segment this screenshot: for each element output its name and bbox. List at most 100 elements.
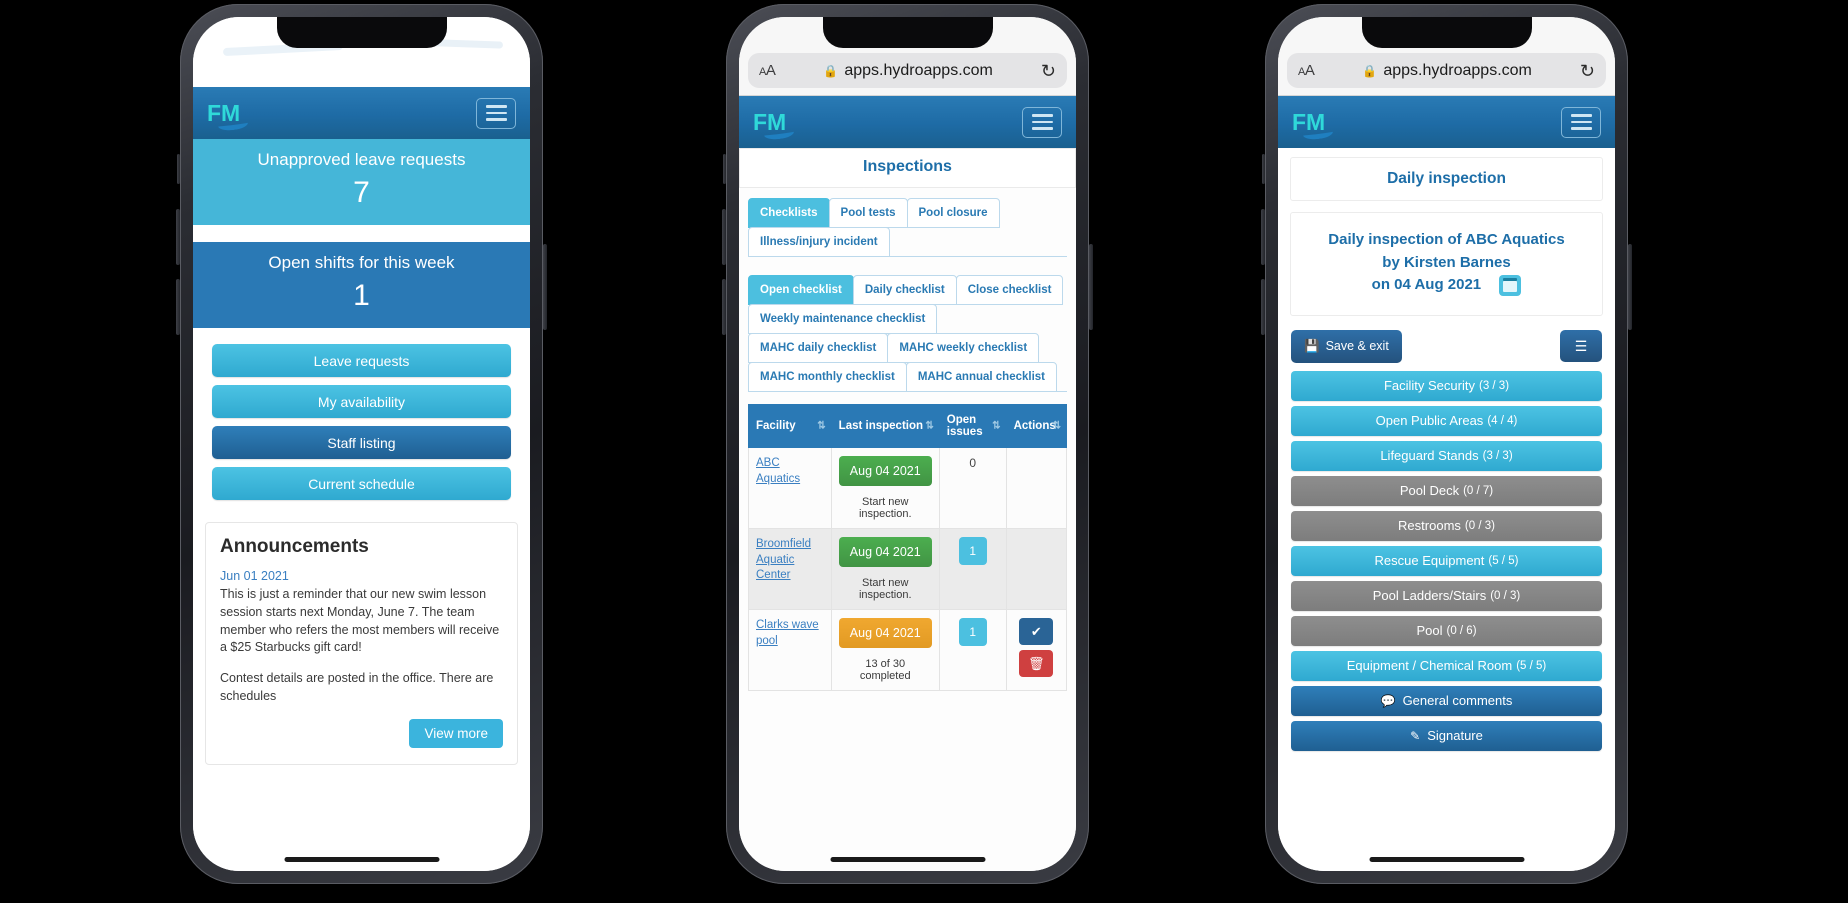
text-size-icon[interactable]: AA (1298, 62, 1315, 79)
section-pool[interactable]: Pool (0 / 6) (1291, 615, 1602, 646)
tab-mahc-weekly-checklist[interactable]: MAHC weekly checklist (887, 333, 1040, 363)
section-open-public-areas[interactable]: Open Public Areas (4 / 4) (1291, 405, 1602, 436)
section-restrooms[interactable]: Restrooms (0 / 3) (1291, 510, 1602, 541)
table-row: ABC Aquatics Aug 04 2021 Start new inspe… (748, 447, 1068, 529)
tab-weekly-maintenance-checklist[interactable]: Weekly maintenance checklist (748, 304, 938, 334)
stat-card-open-shifts[interactable]: Open shifts for this week 1 (193, 242, 530, 328)
inspection-sections-list: Facility Security (3 / 3) Open Public Are… (1278, 370, 1615, 751)
tab-pool-closure[interactable]: Pool closure (906, 198, 1000, 228)
inspections-table: Facility ⇅ Last inspection ⇅ Open issues ⇅ … (748, 404, 1068, 691)
volume-up-button (722, 209, 726, 265)
trash-icon[interactable]: 🗑 (1019, 650, 1054, 677)
announcement-footer: View more (220, 718, 503, 748)
sort-updown-icon[interactable]: ⇅ (992, 421, 1000, 432)
section-equipment-chemical-room[interactable]: Equipment / Chemical Room (5 / 5) (1291, 650, 1602, 681)
tab-illness-injury-incident[interactable]: Illness/injury incident (748, 227, 890, 257)
my-availability-button[interactable]: My availability (212, 385, 511, 418)
last-inspection-date-badge[interactable]: Aug 04 2021 (838, 618, 932, 648)
tab-close-checklist[interactable]: Close checklist (955, 275, 1064, 305)
general-comments-label: General comments (1402, 693, 1513, 708)
tab-open-checklist[interactable]: Open checklist (748, 275, 854, 305)
power-button (1089, 244, 1093, 330)
section-count: (0 / 6) (1446, 624, 1477, 637)
cell-open-issues: 1 (938, 528, 1007, 610)
hamburger-menu-icon[interactable] (1022, 106, 1062, 138)
url-pill[interactable]: AA 🔒 apps.hydroapps.com ↻ (748, 53, 1067, 88)
sort-updown-icon[interactable]: ⇅ (925, 421, 933, 432)
section-label: Pool Deck (1399, 483, 1460, 498)
current-schedule-button[interactable]: Current schedule (212, 467, 511, 500)
facility-link[interactable]: Broomfield Aquatic Center (756, 537, 824, 584)
announcement-paragraph-2: Contest details are posted in the office… (220, 671, 494, 703)
calendar-icon[interactable] (1499, 274, 1522, 296)
staff-listing-button[interactable]: Staff listing (212, 426, 511, 459)
open-issues-badge[interactable]: 1 (958, 537, 987, 565)
section-label: Pool Ladders/Stairs (1372, 588, 1487, 603)
reload-icon[interactable]: ↻ (1580, 62, 1595, 80)
leave-requests-button[interactable]: Leave requests (212, 344, 511, 377)
facility-link[interactable]: Clarks wave pool (756, 618, 824, 649)
check-icon[interactable]: ✔ (1019, 618, 1054, 645)
inspection-note: 13 of 30 completed (859, 658, 911, 682)
reload-icon[interactable]: ↻ (1041, 62, 1056, 80)
general-comments-button[interactable]: 💬 General comments (1291, 685, 1602, 716)
section-lifeguard-stands[interactable]: Lifeguard Stands (3 / 3) (1291, 440, 1602, 471)
phone-screen-1: FM Unapproved leave requests 7 Open shif… (193, 17, 530, 871)
tab-mahc-monthly-checklist[interactable]: MAHC monthly checklist (748, 362, 907, 392)
save-and-exit-button[interactable]: 💾 Save & exit (1291, 329, 1402, 363)
notch (276, 17, 447, 48)
cell-open-issues: 1 (938, 609, 1007, 691)
url-pill[interactable]: AA 🔒 apps.hydroapps.com ↻ (1287, 53, 1606, 88)
list-view-icon[interactable]: ☰ (1560, 330, 1602, 362)
section-pool-deck[interactable]: Pool Deck (0 / 7) (1291, 475, 1602, 506)
open-issues-badge[interactable]: 1 (958, 618, 987, 646)
signature-button[interactable]: ✎ Signature (1291, 720, 1602, 751)
tab-mahc-daily-checklist[interactable]: MAHC daily checklist (748, 333, 889, 363)
home-indicator (1368, 857, 1525, 862)
mute-switch (177, 154, 180, 184)
volume-down-button (1261, 279, 1265, 335)
tab-checklists[interactable]: Checklists (748, 198, 830, 228)
last-inspection-date-badge[interactable]: Aug 04 2021 (838, 456, 932, 486)
quick-action-buttons: Leave requests My availability Staff lis… (193, 328, 530, 500)
section-count: (0 / 7) (1463, 484, 1494, 497)
app-navbar-3: FM (1278, 96, 1615, 148)
section-pool-ladders-stairs[interactable]: Pool Ladders/Stairs (0 / 3) (1291, 580, 1602, 611)
column-header-last-inspection[interactable]: Last inspection ⇅ (830, 404, 940, 448)
column-header-actions[interactable]: Actions ⇅ (1005, 404, 1068, 448)
inspection-note: Start new inspection. (858, 577, 912, 601)
text-size-icon[interactable]: AA (759, 62, 776, 79)
lock-icon: 🔒 (823, 63, 839, 78)
header-label: Last inspection (838, 420, 924, 432)
inspection-header-line-1: Daily inspection of ABC Aquatics (1328, 231, 1565, 248)
hamburger-menu-icon[interactable] (1561, 106, 1601, 138)
column-header-facility[interactable]: Facility ⇅ (748, 404, 832, 448)
announcement-date: Jun 01 2021 (220, 569, 289, 583)
last-inspection-date-badge[interactable]: Aug 04 2021 (838, 537, 932, 567)
fm-logo: FM (207, 100, 249, 132)
app-navbar-2: FM (739, 96, 1076, 148)
stat-card-unapproved-leave[interactable]: Unapproved leave requests 7 (193, 139, 530, 225)
section-facility-security[interactable]: Facility Security (3 / 3) (1291, 370, 1602, 401)
tab-pool-tests[interactable]: Pool tests (828, 198, 908, 228)
sort-updown-icon[interactable]: ⇅ (817, 421, 825, 432)
facility-link[interactable]: ABC Aquatics (756, 456, 824, 487)
inspection-date-text: on 04 Aug 2021 (1371, 276, 1482, 293)
view-more-button[interactable]: View more (409, 718, 503, 748)
fm-logo: FM (753, 109, 795, 141)
tab-daily-checklist[interactable]: Daily checklist (852, 275, 957, 305)
signature-label: Signature (1427, 728, 1483, 743)
announcements-title: Announcements (220, 536, 369, 557)
column-header-open-issues[interactable]: Open issues ⇅ (938, 404, 1007, 448)
sort-updown-icon[interactable]: ⇅ (1053, 421, 1061, 432)
phone-screen-3: AA 🔒 apps.hydroapps.com ↻ FM Daily inspe… (1278, 17, 1615, 871)
tab-mahc-annual-checklist[interactable]: MAHC annual checklist (905, 362, 1057, 392)
section-count: (4 / 4) (1487, 414, 1518, 427)
open-issues-value: 0 (969, 456, 977, 470)
hamburger-menu-icon[interactable] (476, 97, 516, 129)
section-rescue-equipment[interactable]: Rescue Equipment (5 / 5) (1291, 545, 1602, 576)
stat-label: Open shifts for this week (268, 253, 455, 272)
page-title: Inspections (739, 148, 1076, 188)
announcement-paragraph-1: This is just a reminder that our new swi… (220, 587, 500, 655)
cell-actions (1005, 528, 1068, 610)
